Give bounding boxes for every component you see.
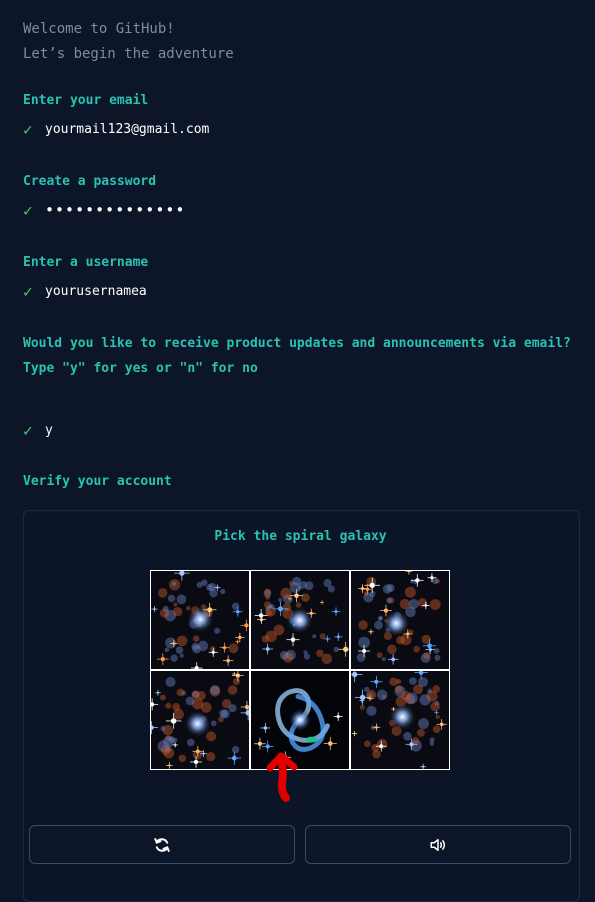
updates-value: y bbox=[45, 422, 53, 438]
username-field[interactable]: ✓ yourusernamea bbox=[23, 281, 147, 301]
password-field[interactable]: ✓ •••••••••••••• bbox=[23, 200, 185, 220]
star-cluster-image bbox=[151, 571, 249, 669]
welcome-subline: Let’s begin the adventure bbox=[23, 46, 234, 62]
star-cluster-image bbox=[351, 571, 449, 669]
email-label: Enter your email bbox=[23, 93, 149, 108]
captcha-prompt: Pick the spiral galaxy bbox=[214, 529, 387, 544]
star-cluster-image bbox=[151, 671, 249, 769]
email-value: yourmail123@gmail.com bbox=[45, 121, 210, 137]
check-icon: ✓ bbox=[23, 119, 33, 139]
password-label: Create a password bbox=[23, 174, 157, 189]
star-cluster-image bbox=[351, 671, 449, 769]
red-arrow-annotation bbox=[266, 752, 298, 802]
welcome-line: Welcome to GitHub! bbox=[23, 21, 175, 37]
username-value: yourusernamea bbox=[45, 283, 147, 299]
welcome-text: Welcome to GitHub! Let’s begin the adven… bbox=[23, 17, 234, 67]
captcha-tile[interactable] bbox=[151, 571, 249, 669]
refresh-icon bbox=[154, 837, 170, 852]
captcha-tile[interactable] bbox=[151, 671, 249, 769]
updates-question-text: Would you like to receive product update… bbox=[23, 336, 571, 351]
updates-hint: Type "y" for yes or "n" for no bbox=[23, 361, 258, 376]
star-cluster-image bbox=[251, 571, 349, 669]
updates-field[interactable]: ✓ y bbox=[23, 420, 53, 440]
audio-button[interactable] bbox=[305, 825, 571, 864]
captcha-tile[interactable] bbox=[351, 671, 449, 769]
check-icon: ✓ bbox=[23, 281, 33, 301]
verify-label: Verify your account bbox=[23, 474, 172, 489]
email-field[interactable]: ✓ yourmail123@gmail.com bbox=[23, 119, 209, 139]
captcha-tile[interactable] bbox=[251, 571, 349, 669]
captcha-tile[interactable] bbox=[351, 571, 449, 669]
speaker-icon bbox=[430, 838, 446, 851]
username-label: Enter a username bbox=[23, 255, 149, 270]
captcha-grid bbox=[150, 570, 450, 770]
updates-question: Would you like to receive product update… bbox=[23, 331, 588, 381]
check-icon: ✓ bbox=[23, 420, 33, 440]
check-icon: ✓ bbox=[23, 200, 33, 220]
refresh-button[interactable] bbox=[29, 825, 295, 864]
password-value: •••••••••••••• bbox=[45, 201, 186, 219]
